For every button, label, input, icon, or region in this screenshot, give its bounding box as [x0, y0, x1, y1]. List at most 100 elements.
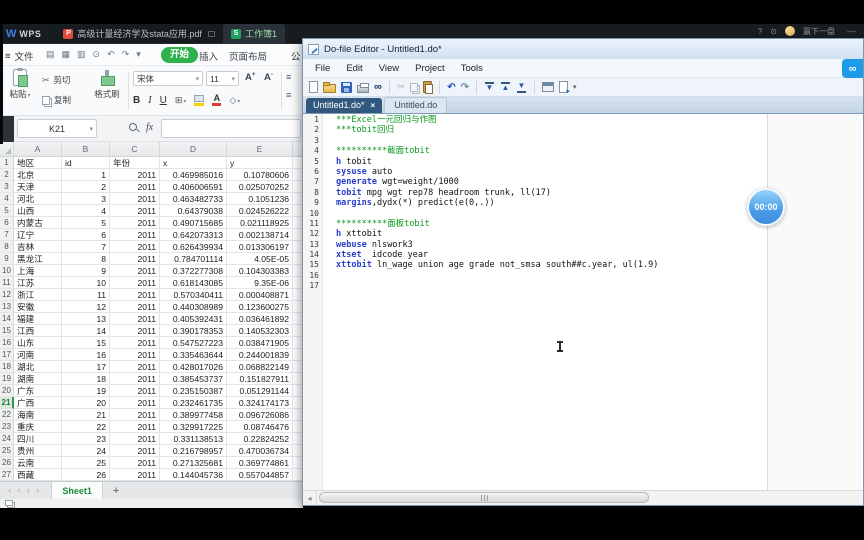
save-icon[interactable]: ▤	[46, 49, 55, 60]
cell-B21[interactable]: 20	[62, 397, 110, 409]
cell-E23[interactable]: 0.08746476	[227, 421, 293, 433]
cell-D13[interactable]: 0.440308989	[160, 301, 227, 313]
cell-A9[interactable]: 黑龙江	[14, 253, 62, 265]
cell-E26[interactable]: 0.369774861	[227, 457, 293, 469]
recording-timer-overlay[interactable]: 00:00	[747, 188, 785, 226]
sheet-tab-sheet1[interactable]: Sheet1	[51, 482, 103, 499]
increase-font-button[interactable]: A+	[245, 72, 255, 83]
font-size-select[interactable]: 11▾	[206, 71, 239, 86]
cell-C24[interactable]: 2011	[110, 433, 160, 445]
cell-B13[interactable]: 12	[62, 301, 110, 313]
row-header-26[interactable]: 26	[0, 457, 14, 469]
cell-C6[interactable]: 2011	[110, 217, 160, 229]
cell-B9[interactable]: 8	[62, 253, 110, 265]
row-header-23[interactable]: 23	[0, 421, 14, 433]
cell-A8[interactable]: 吉林	[14, 241, 62, 253]
cell-E21[interactable]: 0.324174173	[227, 397, 293, 409]
notification-icon[interactable]: ⊙	[770, 27, 777, 36]
row-header-4[interactable]: 4	[0, 193, 14, 205]
cell-E1[interactable]: y	[227, 157, 293, 169]
borders-button[interactable]: ⊞▾	[175, 95, 187, 106]
cell-A17[interactable]: 河南	[14, 349, 62, 361]
cell-A20[interactable]: 广东	[14, 385, 62, 397]
align-left-button[interactable]: ≡	[286, 91, 291, 100]
cell-B19[interactable]: 18	[62, 373, 110, 385]
formula-input[interactable]	[161, 119, 301, 138]
cell-E3[interactable]: 0.025070252	[227, 181, 293, 193]
cell-D7[interactable]: 0.642073313	[160, 229, 227, 241]
cell-E9[interactable]: 4.05E-05	[227, 253, 293, 265]
cell-B25[interactable]: 24	[62, 445, 110, 457]
cell-C7[interactable]: 2011	[110, 229, 160, 241]
cell-B17[interactable]: 16	[62, 349, 110, 361]
cell-B11[interactable]: 10	[62, 277, 110, 289]
cell-B2[interactable]: 1	[62, 169, 110, 181]
cell-name-box[interactable]: K21 ▾	[17, 119, 97, 138]
cell-A10[interactable]: 上海	[14, 265, 62, 277]
preview-icon[interactable]: ⊙	[93, 49, 101, 60]
align-top-button[interactable]: ≡	[286, 73, 291, 82]
cell-E19[interactable]: 0.151827911	[227, 373, 293, 385]
pdf-tab-badge-icon[interactable]	[208, 31, 215, 37]
execute-do-button[interactable]: ▼	[516, 81, 527, 93]
cell-D21[interactable]: 0.232461735	[160, 397, 227, 409]
horizontal-scrollbar[interactable]: ◂	[303, 490, 863, 505]
cell-C26[interactable]: 2011	[110, 457, 160, 469]
cell-A14[interactable]: 福建	[14, 313, 62, 325]
cell-C21[interactable]: 2011	[110, 397, 160, 409]
cell-E24[interactable]: 0.22824252	[227, 433, 293, 445]
cell-C20[interactable]: 2011	[110, 385, 160, 397]
column-header-D[interactable]: D	[160, 142, 227, 156]
cell-C8[interactable]: 2011	[110, 241, 160, 253]
cell-C23[interactable]: 2011	[110, 421, 160, 433]
cell-B26[interactable]: 25	[62, 457, 110, 469]
ribbon-tab-insert[interactable]: 插入	[199, 49, 218, 63]
cell-B3[interactable]: 2	[62, 181, 110, 193]
row-header-19[interactable]: 19	[0, 373, 14, 385]
save-button[interactable]	[341, 82, 352, 93]
cell-A6[interactable]: 内蒙古	[14, 217, 62, 229]
row-header-3[interactable]: 3	[0, 181, 14, 193]
print-icon[interactable]: ▥	[77, 49, 86, 60]
undo-icon[interactable]: ↶	[107, 49, 115, 60]
cell-A24[interactable]: 四川	[14, 433, 62, 445]
cell-E14[interactable]: 0.036461892	[227, 313, 293, 325]
fill-color-button[interactable]	[194, 95, 204, 106]
cell-A18[interactable]: 湖北	[14, 361, 62, 373]
cell-A21[interactable]: 广西	[14, 397, 62, 409]
cell-E7[interactable]: 0.002138714	[227, 229, 293, 241]
column-header-B[interactable]: B	[62, 142, 110, 156]
row-header-11[interactable]: 11	[0, 277, 14, 289]
format-painter-button[interactable]: 格式刷	[92, 70, 122, 100]
cell-D16[interactable]: 0.547527223	[160, 337, 227, 349]
file-menu[interactable]: ≡文件	[5, 49, 34, 63]
italic-button[interactable]: I	[148, 95, 151, 106]
row-header-10[interactable]: 10	[0, 265, 14, 277]
cell-D15[interactable]: 0.390178353	[160, 325, 227, 337]
tab-workbook[interactable]: S 工作簿1	[223, 24, 285, 44]
cell-D10[interactable]: 0.372277308	[160, 265, 227, 277]
cell-B16[interactable]: 15	[62, 337, 110, 349]
tab-untitled[interactable]: Untitled.do	[384, 97, 447, 113]
cell-C17[interactable]: 2011	[110, 349, 160, 361]
cell-D9[interactable]: 0.784701114	[160, 253, 227, 265]
user-avatar[interactable]	[785, 26, 795, 36]
cell-D17[interactable]: 0.335463644	[160, 349, 227, 361]
menu-project[interactable]: Project	[407, 63, 453, 74]
menu-edit[interactable]: Edit	[338, 63, 370, 74]
cell-C22[interactable]: 2011	[110, 409, 160, 421]
add-sheet-button[interactable]: +	[113, 485, 119, 497]
cell-C13[interactable]: 2011	[110, 301, 160, 313]
row-header-18[interactable]: 18	[0, 361, 14, 373]
screen-share-overlay-icon[interactable]: ∞	[842, 59, 863, 78]
cell-A16[interactable]: 山东	[14, 337, 62, 349]
cell-A12[interactable]: 浙江	[14, 289, 62, 301]
sheet-next-icon[interactable]: ›	[27, 485, 30, 496]
bold-button[interactable]: B	[133, 95, 140, 106]
cell-C15[interactable]: 2011	[110, 325, 160, 337]
redo-icon[interactable]: ↷	[122, 49, 130, 60]
cell-E17[interactable]: 0.244001839	[227, 349, 293, 361]
open-file-button[interactable]	[323, 82, 336, 93]
cell-C3[interactable]: 2011	[110, 181, 160, 193]
menu-file[interactable]: File	[307, 63, 338, 74]
